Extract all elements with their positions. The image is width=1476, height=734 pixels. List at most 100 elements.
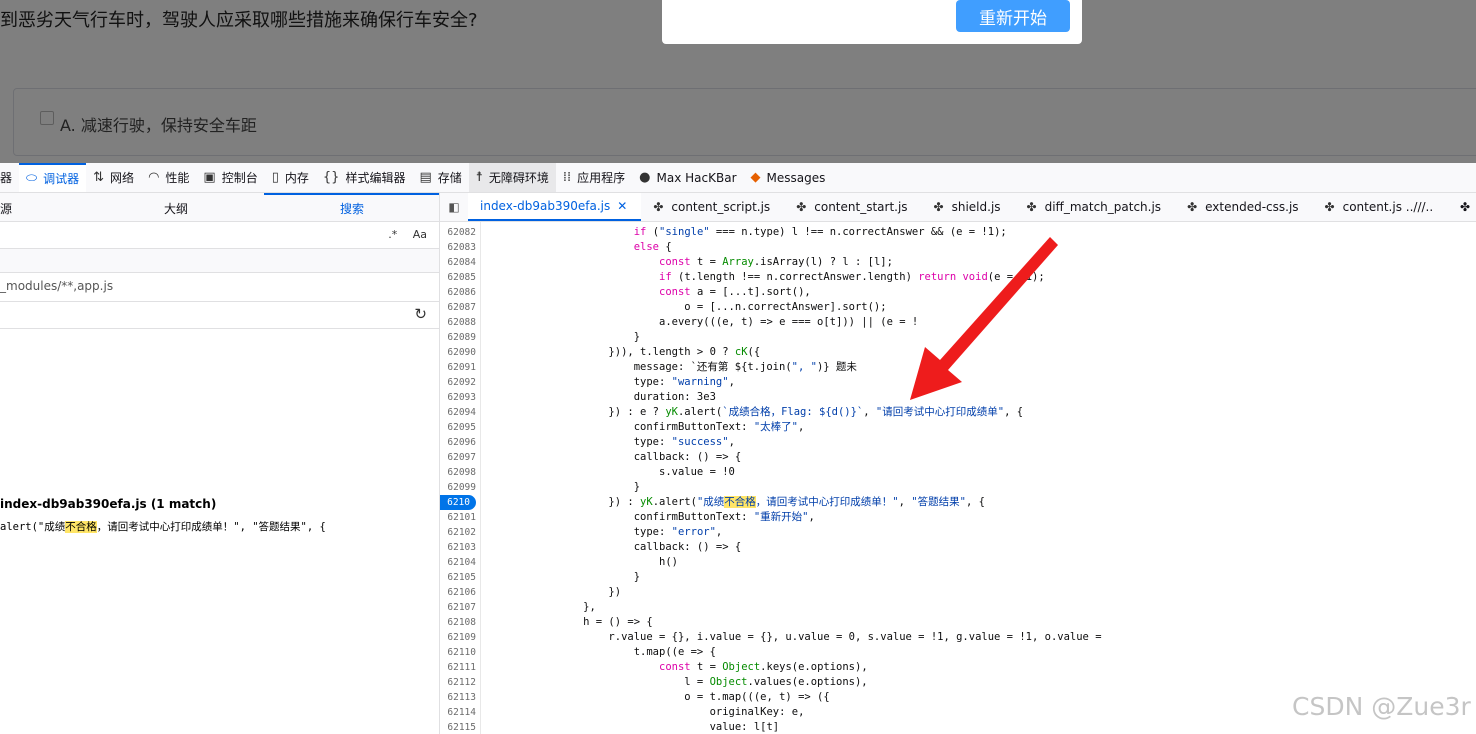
line-number[interactable]: 62107 (440, 600, 476, 615)
line-number[interactable]: 62103 (440, 540, 476, 555)
code-line: l = Object.values(e.options), (482, 676, 868, 688)
code-line: duration: 3e3 (482, 391, 716, 403)
tab-inspector[interactable]: 器 (0, 163, 19, 192)
line-number[interactable]: 62085 (440, 270, 476, 285)
close-icon[interactable]: ✕ (617, 199, 627, 213)
line-number[interactable]: 62115 (440, 720, 476, 734)
devtools-panel: 器 ⬭ 调试器 ⇅ 网络 ◠ 性能 ▣ 控制台 ▯ 内存 {} 样式编辑器 ▤ 存储 ☨ 无障碍… (0, 163, 1476, 734)
memory-icon: ▯ (271, 170, 279, 185)
line-number[interactable]: 62112 (440, 675, 476, 690)
puzzle-icon: ✤ (1026, 200, 1037, 214)
search-modifiers-row (0, 249, 439, 273)
more-tabs-icon[interactable]: ✤ (1460, 200, 1476, 214)
tab-style-editor[interactable]: {} 样式编辑器 (316, 163, 413, 192)
code-line: value: l[t] (482, 721, 780, 733)
debugger-icon: ⬭ (26, 171, 38, 186)
editor-tab-label: extended-css.js (1205, 200, 1299, 214)
code-line: a.every(((e, t) => e === o[t])) || (e = … (482, 316, 919, 328)
code-editor[interactable]: if ("single" === n.type) l !== n.correct… (482, 222, 1476, 734)
tab-messages[interactable]: ◆ Messages (744, 163, 833, 192)
search-result-file[interactable]: index-db9ab390efa.js (1 match) (0, 497, 216, 511)
editor-tab-label: content_script.js (671, 200, 771, 214)
tab-outline[interactable]: 大纲 (164, 200, 188, 217)
editor-tab[interactable]: ✤ diff_match_patch.js (1015, 193, 1176, 221)
line-number[interactable]: 62090 (440, 345, 476, 360)
tab-label: 网络 (110, 171, 135, 185)
line-number[interactable]: 62097 (440, 450, 476, 465)
editor-tab-active[interactable]: index-db9ab390efa.js ✕ (468, 193, 642, 221)
line-number[interactable]: 62110 (440, 645, 476, 660)
editor-tab-label: content.js ..///.. (1342, 200, 1434, 214)
line-number[interactable]: 62096 (440, 435, 476, 450)
restart-button[interactable]: 重新开始 (956, 0, 1070, 32)
tab-storage[interactable]: ▤ 存储 (412, 163, 468, 192)
line-number[interactable]: 62083 (440, 240, 476, 255)
line-number[interactable]: 62099 (440, 480, 476, 495)
line-number[interactable]: 62104 (440, 555, 476, 570)
line-number[interactable]: 62106 (440, 585, 476, 600)
tab-accessibility[interactable]: ☨ 无障碍环境 (468, 163, 556, 192)
tab-search[interactable]: 搜索 (340, 200, 364, 217)
line-number-gutter[interactable]: 62082 62083 62084 62085 62086 62087 62088 62089… (440, 222, 481, 734)
line-number[interactable]: 62109 (440, 630, 476, 645)
code-line: }) (482, 586, 622, 598)
tab-application[interactable]: ⁞⁞ 应用程序 (556, 163, 632, 192)
line-number[interactable]: 62084 (440, 255, 476, 270)
tab-network[interactable]: ⇅ 网络 (86, 163, 141, 192)
code-line: const t = Object.keys(e.options), (659, 661, 868, 673)
console-icon: ▣ (203, 170, 216, 185)
search-result-line[interactable]: alert("成绩不合格，请回考试中心打印成绩单！", "答题结果", { (0, 519, 326, 534)
line-number[interactable]: 62095 (440, 420, 476, 435)
code-line: type: "success", (482, 436, 735, 448)
editor-tabs: ◧ index-db9ab390efa.js ✕ ✤ content_script.… (440, 193, 1476, 222)
tab-console[interactable]: ▣ 控制台 (196, 163, 264, 192)
line-number[interactable]: 62086 (440, 285, 476, 300)
line-number[interactable]: 62101 (440, 510, 476, 525)
line-number[interactable]: 62087 (440, 300, 476, 315)
code-line: h() (482, 556, 678, 568)
line-number[interactable]: 62092 (440, 375, 476, 390)
case-toggle[interactable]: Aa (413, 228, 427, 241)
line-number[interactable]: 62094 (440, 405, 476, 420)
puzzle-icon: ✤ (933, 200, 944, 214)
refresh-icon[interactable]: ↻ (414, 305, 427, 323)
tab-memory[interactable]: ▯ 内存 (265, 163, 316, 192)
result-text-post: ，请回考试中心打印成绩单！", "答题结果", { (96, 521, 326, 533)
code-line: } (482, 331, 641, 343)
tab-debugger[interactable]: ⬭ 调试器 (19, 163, 87, 192)
line-number[interactable]: 62111 (440, 660, 476, 675)
regex-toggle[interactable]: .* (388, 228, 397, 241)
line-number[interactable]: 62108 (440, 615, 476, 630)
line-number[interactable]: 62089 (440, 330, 476, 345)
search-options: .* Aa (376, 228, 427, 241)
editor-tab[interactable]: ✤ content.js ..///.. (1313, 193, 1448, 221)
tab-label: 性能 (165, 171, 190, 185)
line-number[interactable]: 62088 (440, 315, 476, 330)
code-line: o = t.map(((e, t) => ({ (482, 691, 830, 703)
line-number[interactable]: 62098 (440, 465, 476, 480)
line-number[interactable]: 62105 (440, 570, 476, 585)
editor-tab[interactable]: ✤ shield.js (922, 193, 1015, 221)
tab-performance[interactable]: ◠ 性能 (141, 163, 196, 192)
line-number[interactable]: 62091 (440, 360, 476, 375)
tab-sources[interactable]: 源 (0, 200, 12, 217)
tab-label: Messages (766, 170, 826, 185)
tab-label: 器 (0, 171, 13, 185)
sidebar-toggle-icon[interactable]: ◧ (440, 200, 468, 214)
editor-tab[interactable]: ✤ content_script.js (641, 193, 784, 221)
code-line: confirmButtonText: "重新开始", (482, 511, 815, 523)
tab-hackbar[interactable]: ● Max HacKBar (632, 163, 743, 192)
editor-tab[interactable]: ✤ extended-css.js (1175, 193, 1312, 221)
current-line-number[interactable]: 6210 (440, 495, 476, 510)
exclude-pattern-field[interactable]: _modules/**,app.js (0, 279, 113, 293)
line-number[interactable]: 62113 (440, 690, 476, 705)
search-input-row[interactable]: .* Aa (0, 222, 439, 249)
line-number[interactable]: 62114 (440, 705, 476, 720)
devtools-toolbar: 器 ⬭ 调试器 ⇅ 网络 ◠ 性能 ▣ 控制台 ▯ 内存 {} 样式编辑器 ▤ 存储 ☨ 无障碍… (0, 163, 1476, 193)
line-number[interactable]: 62093 (440, 390, 476, 405)
line-number[interactable]: 62082 (440, 225, 476, 240)
exclude-row[interactable]: _modules/**,app.js (0, 273, 439, 302)
editor-tab[interactable]: ✤ content_start.js (784, 193, 921, 221)
tab-label: 存储 (437, 171, 462, 185)
line-number[interactable]: 62102 (440, 525, 476, 540)
